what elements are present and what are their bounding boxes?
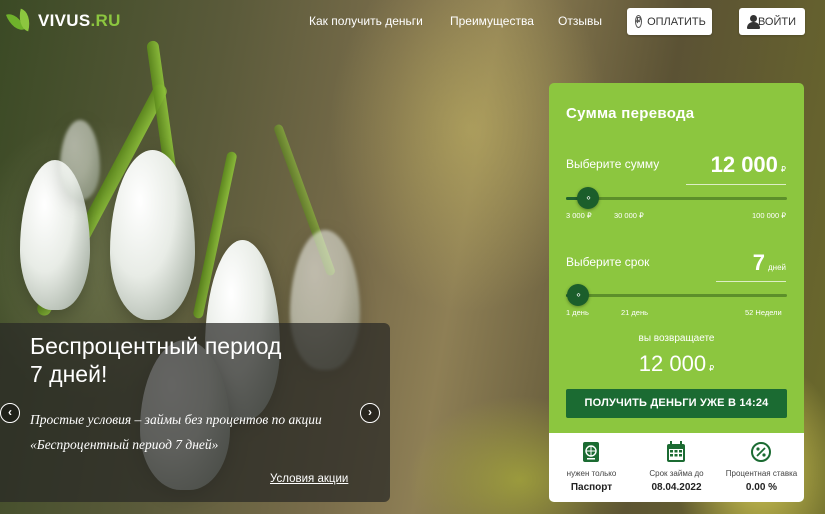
chevron-left-icon[interactable]: ‹ [0,403,20,423]
term-underline [716,281,786,282]
term-tick-mid: 21 день [621,308,649,317]
amount-slider-track[interactable] [566,197,787,200]
return-number: 12 000 [638,351,707,376]
nav-reviews[interactable]: Отзывы [558,14,602,28]
info-due-date-value: 08.04.2022 [651,482,702,493]
return-value: 12 000 ₽ [549,351,804,377]
loan-info-panel: нужен только Паспорт Срок займа до 08.04… [549,433,804,502]
promo-title: Беспроцентный период 7 дней! [30,333,282,387]
info-passport: нужен только Паспорт [549,433,634,502]
return-label: вы возвращаете [638,333,715,344]
amount-tick-min: 3 000 ₽ [566,211,592,220]
loan-calculator: Сумма перевода Выберите сумму 12 000 ₽ ‹›… [549,83,804,502]
percent-icon [751,442,771,462]
info-due-date: Срок займа до 08.04.2022 [634,433,719,502]
amount-underline [686,184,786,185]
calculator-title: Сумма перевода [566,105,695,122]
term-label: Выберите срок [566,255,650,269]
amount-label: Выберите сумму [566,157,660,171]
info-passport-label: нужен только [566,469,617,478]
site-header: VIVUS.RU Как получить деньги Преимуществ… [0,0,825,44]
term-unit: дней [767,263,786,272]
info-rate-value: 0.00 % [745,482,778,493]
nav-how-to-get-money[interactable]: Как получить деньги [309,14,423,28]
amount-slider-handle[interactable]: ‹› [577,187,599,209]
amount-number: 12 000 [710,152,778,177]
calendar-icon [667,441,685,462]
info-due-date-label: Срок займа до [649,469,704,478]
chevron-right-icon[interactable]: › [360,403,380,423]
info-passport-value: Паспорт [570,482,613,493]
amount-unit: ₽ [780,165,786,174]
amount-value[interactable]: 12 000 ₽ [711,152,786,178]
amount-tick-max: 100 000 ₽ [752,211,786,220]
return-unit: ₽ [709,364,715,373]
leaf-logo-icon [5,8,34,34]
info-rate-label: Процентная ставка [725,469,798,478]
login-button-label: ВОЙТИ [757,15,796,28]
nav-advantages[interactable]: Преимущества [450,14,534,28]
vivus-logo[interactable]: VIVUS.RU [5,8,121,34]
term-number: 7 [752,250,765,275]
term-tick-min: 1 день [566,308,589,317]
login-button[interactable]: ВОЙТИ [739,8,805,35]
pay-button[interactable]: ₽ ОПЛАТИТЬ [627,8,712,35]
amount-tick-mid: 30 000 ₽ [614,211,644,220]
user-icon [747,14,760,29]
pay-button-label: ОПЛАТИТЬ [647,15,706,28]
logo-text: VIVUS.RU [38,11,121,30]
promo-card: Беспроцентный период 7 дней! Простые усл… [0,323,390,502]
term-slider-handle[interactable]: ‹› [567,284,589,306]
info-rate: Процентная ставка 0.00 % [719,433,804,502]
term-value[interactable]: 7 дней [753,250,786,276]
promo-terms-link[interactable]: Условия акции [270,473,348,485]
promo-text: Простые условия – займы без процентов по… [30,412,322,452]
term-tick-max: 52 Недели [745,308,782,317]
ruble-icon: ₽ [635,15,643,28]
passport-icon [583,442,599,462]
term-slider-track[interactable] [566,294,787,297]
get-money-button[interactable]: ПОЛУЧИТЬ ДЕНЬГИ УЖЕ В 14:24 [566,389,787,418]
